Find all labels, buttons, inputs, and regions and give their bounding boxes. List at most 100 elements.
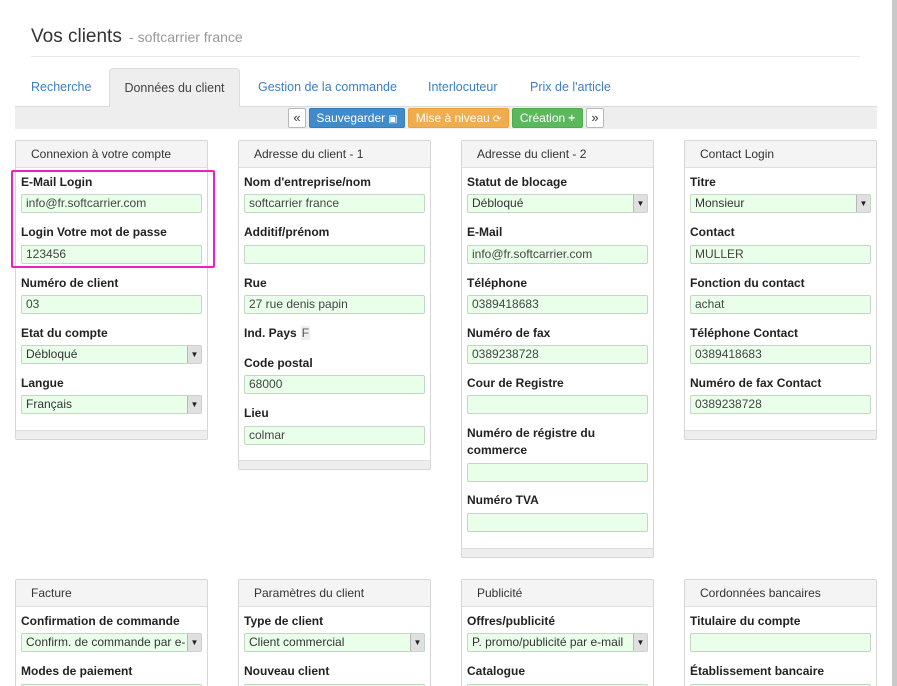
account-state-value: Débloqué <box>26 347 78 361</box>
account-state-select[interactable]: Débloqué ▼ <box>21 345 202 364</box>
zip-input[interactable]: 68000 <box>244 375 425 394</box>
language-select[interactable]: Français ▼ <box>21 395 202 414</box>
payment-modes-label: Modes de paiement <box>21 664 133 678</box>
highlight-box <box>11 170 215 268</box>
new-client-label: Nouveau client <box>244 664 330 678</box>
dropdown-arrow-icon: ▼ <box>410 634 424 651</box>
panel-footer <box>462 548 653 557</box>
city-label: Lieu <box>244 406 269 420</box>
block-status-label: Statut de blocage <box>467 175 568 189</box>
update-label: Mise à niveau <box>415 111 490 125</box>
email-input[interactable]: info@fr.softcarrier.com <box>467 245 648 264</box>
function-input[interactable]: achat <box>690 295 871 314</box>
panel-address-2: Adresse du client - 2 Statut de blocage … <box>461 140 654 558</box>
title-label: Titre <box>690 175 716 189</box>
save-label: Sauvegarder <box>316 111 386 125</box>
panel-bank-details-title: Cordonnées bancaires <box>685 580 876 607</box>
dropdown-arrow-icon: ▼ <box>633 634 647 651</box>
page-subtitle: - softcarrier france <box>129 29 243 45</box>
dropdown-arrow-icon: ▼ <box>187 396 201 413</box>
contact-phone-input[interactable]: 0389418683 <box>690 345 871 364</box>
country-label: Ind. Pays F <box>244 325 311 342</box>
language-value: Français <box>26 397 73 411</box>
panel-client-params: Paramètres du client Type de client Clie… <box>238 579 431 686</box>
city-input[interactable]: colmar <box>244 426 425 445</box>
update-button[interactable]: Mise à niveau ⟳ <box>408 108 509 128</box>
fax-label: Numéro de fax <box>467 326 551 340</box>
fax-input[interactable]: 0389238728 <box>467 345 648 364</box>
tab-donnees-du-client[interactable]: Données du client <box>109 68 240 108</box>
contact-fax-input[interactable]: 0389238728 <box>690 395 871 414</box>
panel-contact-login: Contact Login Titre Monsieur ▼ Contact M… <box>684 140 877 440</box>
client-type-label: Type de client <box>244 614 324 628</box>
window-edge <box>892 0 897 686</box>
email-label: E-Mail <box>467 225 503 239</box>
dropdown-arrow-icon: ▼ <box>187 346 201 363</box>
registry-label-line-1: Numéro de régistre du <box>467 426 596 440</box>
toolbar: « Sauvegarder ▣ Mise à niveau ⟳ Création + … <box>15 107 877 129</box>
panel-advertising: Publicité Offres/publicité P. promo/publ… <box>461 579 654 686</box>
offers-select[interactable]: P. promo/publicité par e-mail ▼ <box>467 633 648 652</box>
client-type-select[interactable]: Client commercial ▼ <box>244 633 425 652</box>
phone-label: Téléphone <box>467 276 528 290</box>
tab-gestion-commande[interactable]: Gestion de la commande <box>258 68 397 107</box>
additive-input[interactable] <box>244 245 425 264</box>
dropdown-arrow-icon: ▼ <box>856 195 870 212</box>
tab-bar: Recherche Données du client Gestion de l… <box>15 68 877 108</box>
client-type-value: Client commercial <box>249 635 345 649</box>
title-divider <box>31 56 860 57</box>
tab-prix-article[interactable]: Prix de l'article <box>530 68 611 107</box>
contact-phone-label: Téléphone Contact <box>690 326 799 340</box>
panel-invoice: Facture Confirmation de commande Confirm… <box>15 579 208 686</box>
additive-label: Additif/prénom <box>244 225 330 239</box>
panel-address-2-title: Adresse du client - 2 <box>462 141 653 168</box>
panel-client-params-title: Paramètres du client <box>239 580 430 607</box>
language-label: Langue <box>21 376 64 390</box>
plus-icon: + <box>568 111 576 125</box>
panel-invoice-title: Facture <box>16 580 207 607</box>
registry-label-line-2: commerce <box>467 443 528 457</box>
create-button[interactable]: Création + <box>512 108 583 128</box>
company-label: Nom d'entreprise/nom <box>244 175 371 189</box>
tab-recherche[interactable]: Recherche <box>31 68 91 107</box>
dropdown-arrow-icon: ▼ <box>187 634 201 651</box>
page-title-text: Vos clients <box>31 26 122 47</box>
panel-bank-details: Cordonnées bancaires Titulaire du compte… <box>684 579 877 686</box>
panel-address-1-title: Adresse du client - 1 <box>239 141 430 168</box>
panel-advertising-title: Publicité <box>462 580 653 607</box>
contact-label: Contact <box>690 225 735 239</box>
next-button[interactable]: » <box>586 108 604 128</box>
country-value: F <box>300 326 311 340</box>
title-select[interactable]: Monsieur ▼ <box>690 194 871 213</box>
order-confirmation-select[interactable]: Confirm. de commande par e- ▼ <box>21 633 202 652</box>
account-state-label: Etat du compte <box>21 326 108 340</box>
save-button[interactable]: Sauvegarder ▣ <box>309 108 405 128</box>
panel-footer <box>685 430 876 439</box>
registry-input[interactable] <box>467 463 648 482</box>
block-status-select[interactable]: Débloqué ▼ <box>467 194 648 213</box>
offers-label: Offres/publicité <box>467 614 556 628</box>
country-label-text: Ind. Pays <box>244 326 297 340</box>
create-label: Création <box>519 111 566 125</box>
company-input[interactable]: softcarrier france <box>244 194 425 213</box>
account-holder-input[interactable] <box>690 633 871 652</box>
previous-button[interactable]: « <box>288 108 306 128</box>
panel-address-1: Adresse du client - 1 Nom d'entreprise/n… <box>238 140 431 470</box>
dropdown-arrow-icon: ▼ <box>633 195 647 212</box>
catalog-label: Catalogue <box>467 664 526 678</box>
zip-label: Code postal <box>244 356 313 370</box>
court-label: Cour de Registre <box>467 376 564 390</box>
client-number-input[interactable]: 03 <box>21 295 202 314</box>
court-input[interactable] <box>467 395 648 414</box>
title-value: Monsieur <box>695 196 745 210</box>
block-status-value: Débloqué <box>472 196 524 210</box>
contact-fax-label: Numéro de fax Contact <box>690 376 822 390</box>
street-input[interactable]: 27 rue denis papin <box>244 295 425 314</box>
order-confirmation-value: Confirm. de commande par e- <box>26 635 186 649</box>
vat-input[interactable] <box>467 513 648 532</box>
street-label: Rue <box>244 276 267 290</box>
function-label: Fonction du contact <box>690 276 805 290</box>
phone-input[interactable]: 0389418683 <box>467 295 648 314</box>
tab-interlocuteur[interactable]: Interlocuteur <box>428 68 497 107</box>
contact-input[interactable]: MULLER <box>690 245 871 264</box>
